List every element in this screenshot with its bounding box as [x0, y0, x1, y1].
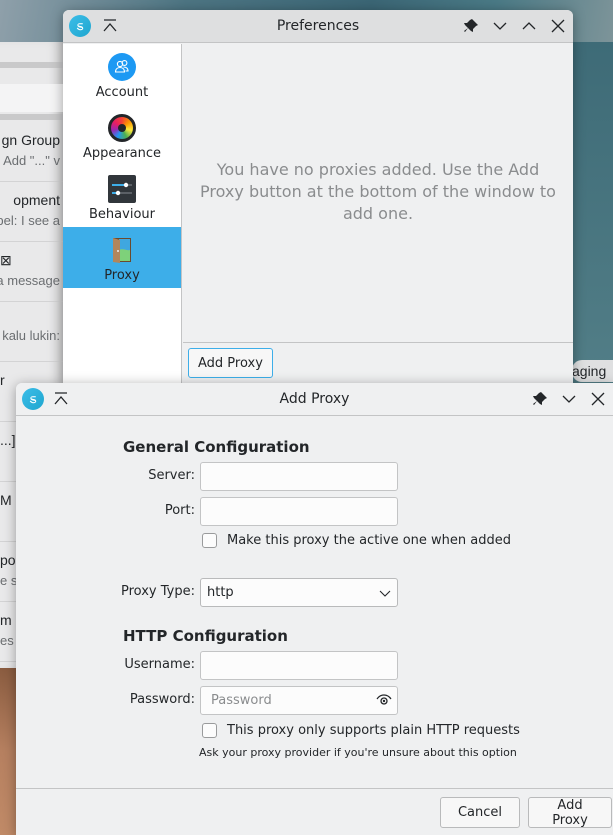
sidebar-item-proxy[interactable]: Proxy [63, 227, 181, 288]
close-icon[interactable] [547, 15, 569, 37]
proxy-type-label: Proxy Type: [121, 584, 195, 599]
background-chat-item[interactable]: opment óbel: I see a [0, 182, 64, 242]
password-input[interactable] [200, 686, 398, 715]
confirm-add-proxy-button[interactable]: Add Proxy [528, 797, 612, 828]
server-label: Server: [148, 468, 195, 483]
add-proxy-form: General Configuration Server: Port: Make… [16, 417, 613, 835]
dialog-title: Add Proxy [279, 391, 350, 407]
port-label: Port: [164, 503, 195, 518]
background-chip: aging [572, 360, 613, 382]
sidebar-item-behaviour[interactable]: Behaviour [63, 166, 181, 227]
http-configuration-heading: HTTP Configuration [123, 627, 288, 645]
proxy-settings-panel: You have no proxies added. Use the Add P… [183, 44, 573, 383]
proxy-type-select[interactable]: http [200, 578, 398, 607]
behaviour-icon [108, 175, 136, 203]
preferences-sidebar: Account Appearance Behaviour Proxy [63, 44, 182, 383]
sidebar-item-appearance[interactable]: Appearance [63, 105, 181, 166]
add-proxy-dialog: ಽ Add Proxy General Configuration Server… [16, 383, 613, 835]
close-icon[interactable] [587, 388, 609, 410]
username-input[interactable] [200, 651, 398, 680]
add-proxy-titlebar[interactable]: ಽ Add Proxy [16, 383, 613, 416]
plain-http-hint: Ask your proxy provider if you're unsure… [199, 746, 517, 759]
dialog-footer: Cancel Add Proxy [16, 788, 613, 835]
cancel-button[interactable]: Cancel [440, 797, 520, 828]
background-chat-item[interactable]: ⊠ a message [0, 242, 64, 302]
chevron-down-icon [379, 590, 391, 597]
add-proxy-button[interactable]: Add Proxy [188, 348, 273, 378]
proxy-icon [108, 236, 136, 264]
sidebar-item-account[interactable]: Account [63, 44, 181, 105]
background-chat-item[interactable]: gn Group : Add "..." v [0, 122, 64, 182]
preferences-window: ಽ Preferences Account Appearance Behavio… [63, 10, 573, 383]
minimize-icon[interactable] [558, 388, 580, 410]
account-icon [108, 53, 136, 81]
minimize-icon[interactable] [489, 15, 511, 37]
server-input[interactable] [200, 462, 398, 491]
checkbox-box[interactable] [202, 533, 217, 548]
keep-above-icon[interactable] [50, 388, 72, 410]
pin-icon[interactable] [460, 15, 482, 37]
keep-above-icon[interactable] [99, 15, 121, 37]
appearance-icon [108, 114, 136, 142]
make-active-checkbox[interactable]: Make this proxy the active one when adde… [202, 533, 511, 548]
preferences-footer: Add Proxy [183, 342, 573, 383]
password-label: Password: [129, 692, 195, 707]
empty-state-message: You have no proxies added. Use the Add P… [200, 160, 556, 223]
show-password-eye-icon[interactable] [374, 690, 394, 710]
app-logo-icon[interactable]: ಽ [22, 388, 44, 410]
plain-http-checkbox[interactable]: This proxy only supports plain HTTP requ… [202, 723, 520, 738]
preferences-titlebar[interactable]: ಽ Preferences [63, 10, 573, 43]
checkbox-box[interactable] [202, 723, 217, 738]
pin-icon[interactable] [529, 388, 551, 410]
maximize-icon[interactable] [518, 15, 540, 37]
username-label: Username: [124, 657, 195, 672]
background-search [0, 84, 64, 112]
general-configuration-heading: General Configuration [123, 438, 310, 456]
background-chat-item[interactable]: kalu lukin: [0, 302, 64, 362]
port-input[interactable] [200, 497, 398, 526]
app-logo-icon[interactable]: ಽ [69, 15, 91, 37]
desktop-wallpaper-right [573, 42, 613, 383]
